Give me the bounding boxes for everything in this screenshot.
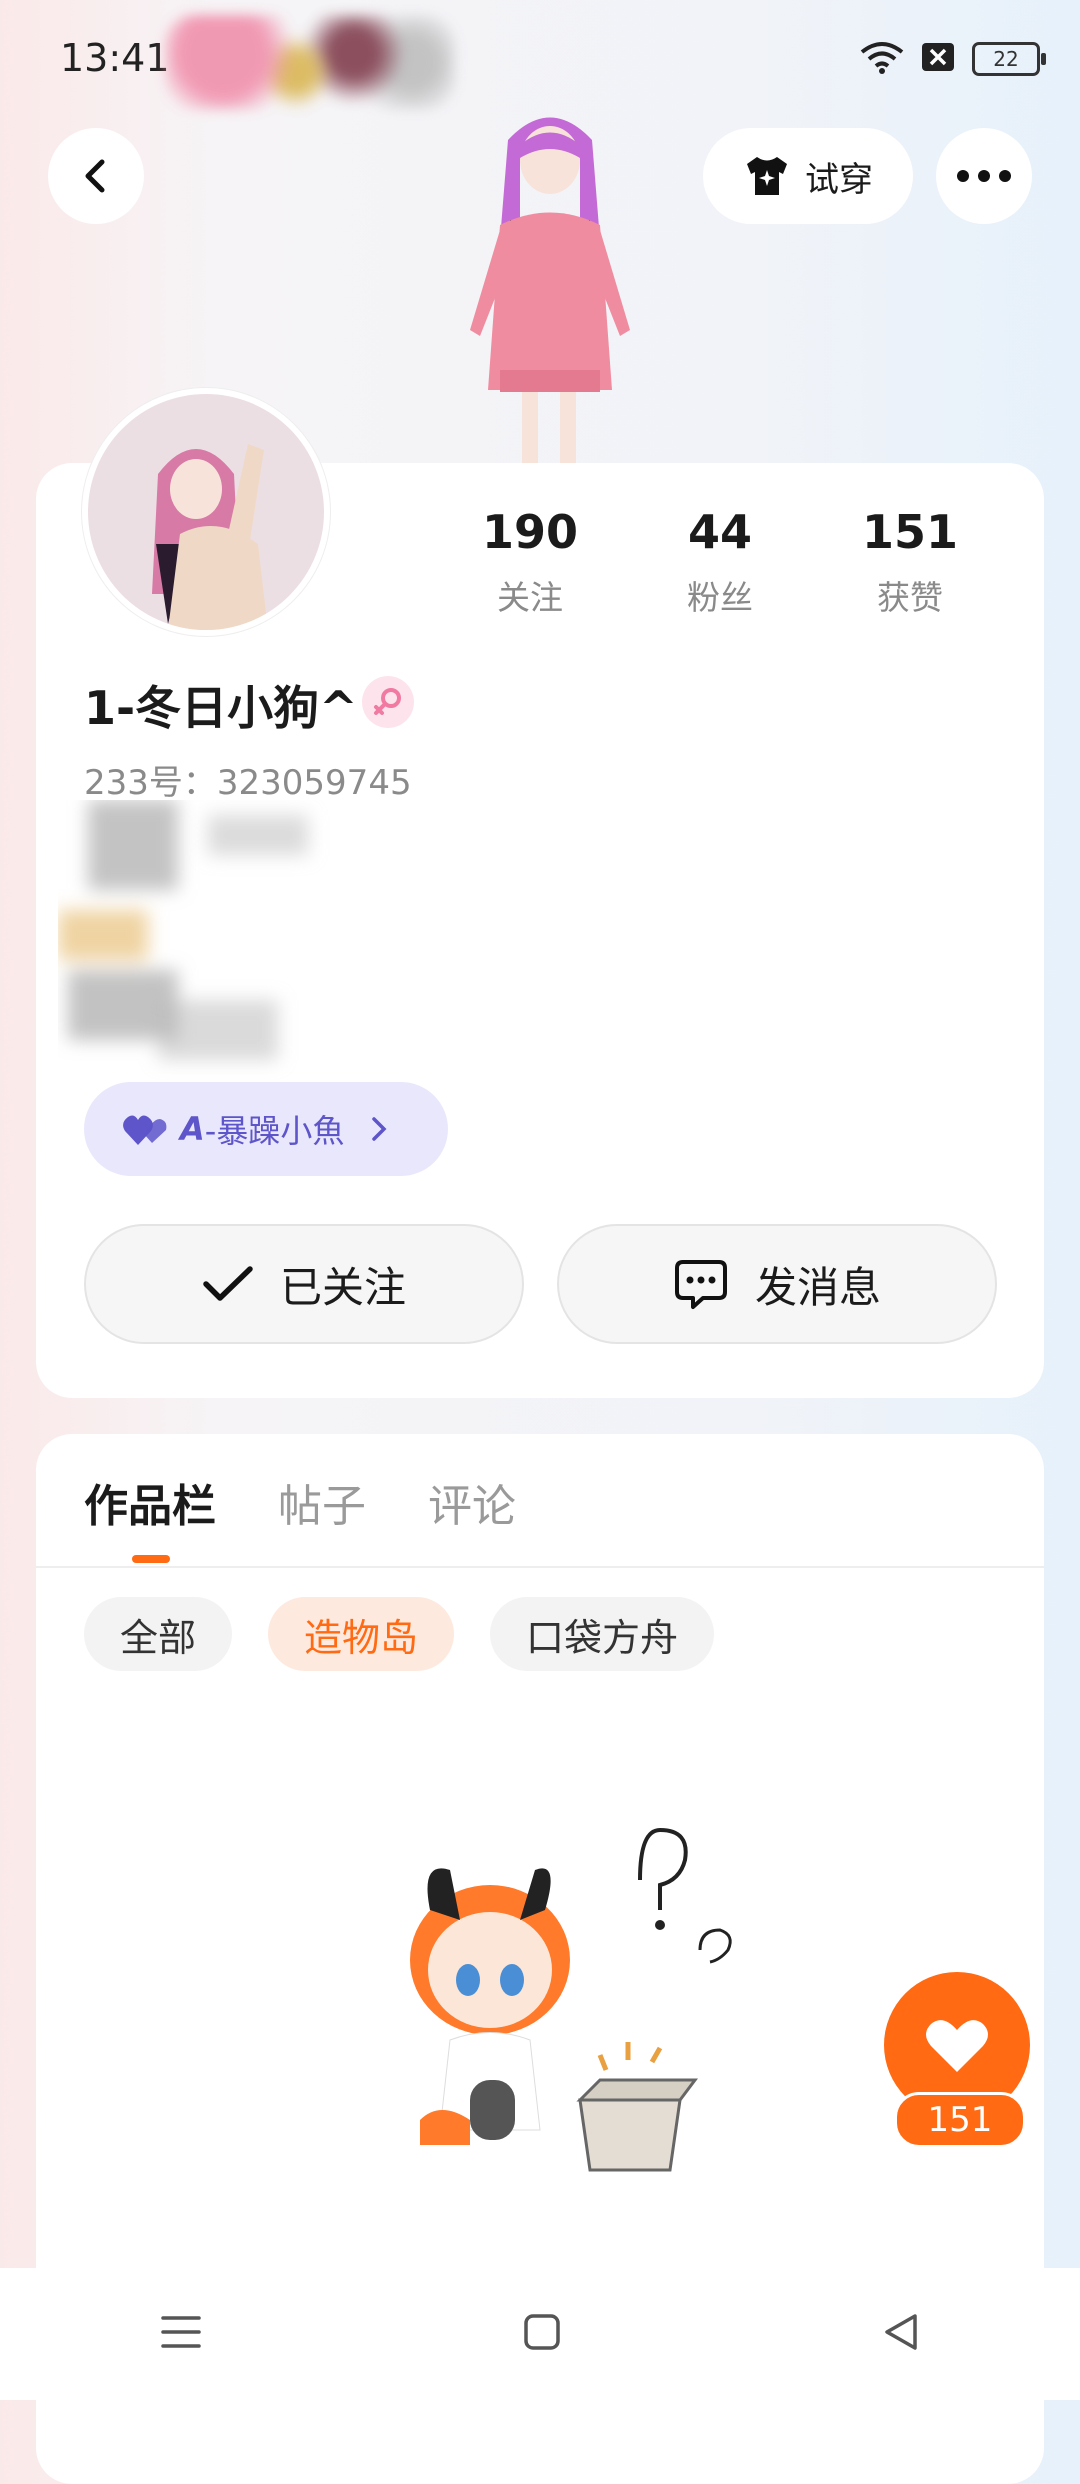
more-button[interactable] xyxy=(936,128,1032,224)
home-square-icon[interactable] xyxy=(522,2312,562,2356)
followed-button[interactable]: 已关注 xyxy=(84,1224,524,1344)
stat-label: 获赞 xyxy=(877,578,943,617)
heart-icon xyxy=(926,2020,988,2072)
stat-label: 粉丝 xyxy=(687,578,753,617)
system-nav-bar xyxy=(0,2268,1080,2400)
status-icons: 22 xyxy=(860,40,1046,78)
chevron-right-icon xyxy=(372,1117,387,1141)
tab-works[interactable]: 作品栏 xyxy=(84,1470,216,1534)
bio-redacted xyxy=(58,800,358,1080)
filter-all[interactable]: 全部 xyxy=(84,1597,233,1671)
filter-pocket-ark[interactable]: 口袋方舟 xyxy=(490,1597,715,1671)
stat-followers[interactable]: 44 粉丝 xyxy=(630,505,810,619)
try-on-label: 试穿 xyxy=(805,159,873,200)
message-button[interactable]: 发消息 xyxy=(557,1224,997,1344)
status-time: 13:41 xyxy=(60,36,170,80)
try-on-button[interactable]: 试穿 xyxy=(703,128,913,224)
stat-following[interactable]: 190 关注 xyxy=(440,505,620,619)
tab-posts[interactable]: 帖子 xyxy=(278,1470,366,1534)
heart-pair-icon xyxy=(123,1115,167,1145)
empty-state-illustration xyxy=(410,1827,732,2172)
followed-label: 已关注 xyxy=(279,1262,406,1312)
stat-value: 44 xyxy=(687,505,752,559)
ellipsis-icon xyxy=(957,170,1011,182)
user-id: 233号：323059745 xyxy=(84,763,412,803)
stat-label: 关注 xyxy=(497,578,563,617)
filter-creation-island[interactable]: 造物岛 xyxy=(268,1597,455,1671)
active-tab-indicator xyxy=(132,1555,170,1563)
tabs-divider xyxy=(36,1566,1044,1568)
tab-comments[interactable]: 评论 xyxy=(428,1470,516,1534)
message-label: 发消息 xyxy=(754,1262,881,1312)
group-badge[interactable]: A -暴躁小魚 xyxy=(84,1082,448,1176)
avatar-image xyxy=(152,444,268,630)
stat-likes[interactable]: 151 获赞 xyxy=(820,505,1000,619)
back-button[interactable] xyxy=(48,128,144,224)
female-icon xyxy=(362,676,414,728)
sim-disabled-icon xyxy=(920,40,956,78)
check-icon xyxy=(203,1266,253,1301)
notification-icons-blurred xyxy=(165,15,455,110)
works-tabs: 作品栏 帖子 评论 xyxy=(84,1470,516,1534)
avatar-figure xyxy=(470,117,630,470)
stat-value: 151 xyxy=(861,505,959,559)
stat-value: 190 xyxy=(481,505,579,559)
avatar[interactable] xyxy=(82,388,330,636)
shirt-icon xyxy=(747,157,787,195)
back-triangle-icon[interactable] xyxy=(881,2312,921,2356)
like-count: 151 xyxy=(894,2092,1026,2148)
battery-icon: 22 xyxy=(972,42,1046,76)
filter-chips: 全部 造物岛 口袋方舟 xyxy=(84,1597,715,1671)
badge-prefix: A xyxy=(180,1110,205,1148)
chevron-left-icon xyxy=(85,159,105,193)
badge-text: -暴躁小魚 xyxy=(204,1112,345,1150)
menu-icon[interactable] xyxy=(159,2312,203,2356)
wifi-icon xyxy=(860,40,904,78)
stats-row: 190 关注 44 粉丝 151 获赞 xyxy=(440,505,1000,619)
chat-bubble-icon xyxy=(674,1260,727,1309)
profile-name: 1-冬日小狗^ xyxy=(84,681,358,735)
